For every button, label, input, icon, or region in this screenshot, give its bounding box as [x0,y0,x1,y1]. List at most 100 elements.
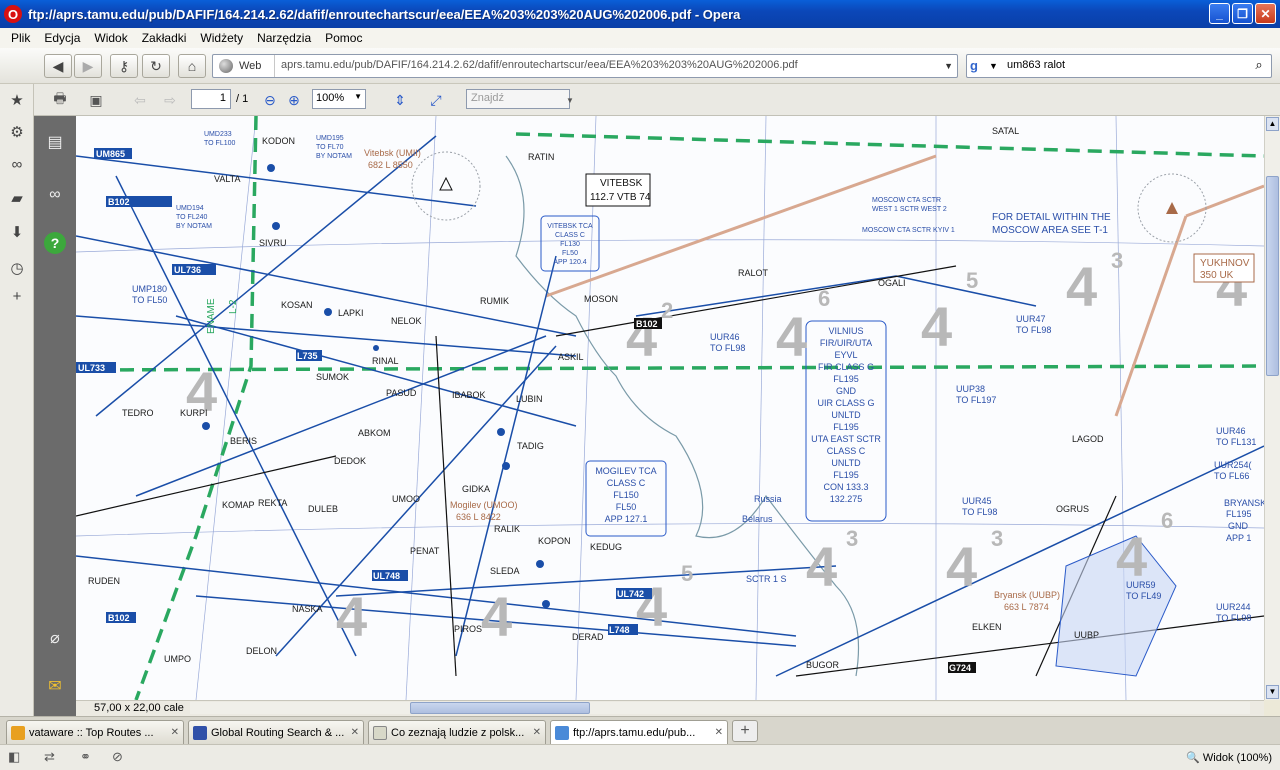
search-icon[interactable]: ⌕ [1249,57,1269,75]
help-icon[interactable]: ? [44,232,66,254]
svg-text:G724: G724 [949,663,971,673]
svg-text:UUR45: UUR45 [962,496,992,506]
scroll-up-icon[interactable]: ▲ [1266,117,1279,131]
page-number-input[interactable]: 1 [191,89,231,109]
svg-text:VITEBSK TCA: VITEBSK TCA [547,223,593,230]
new-tab-button[interactable]: + [732,720,758,742]
svg-text:L735: L735 [297,351,318,361]
menu-file[interactable]: Plik [4,31,37,45]
svg-text:6: 6 [1161,508,1173,533]
opera-logo-icon[interactable]: O [4,5,22,23]
zoom-in-icon[interactable]: ⊕ [286,89,302,111]
svg-text:FL130: FL130 [560,241,580,248]
search-field[interactable]: g ▼ um863 ralot ⌕ [966,54,1272,78]
fit-page-icon[interactable]: ⤢ [426,89,446,111]
forward-button[interactable]: ▶ [74,54,102,78]
horizontal-scroll-thumb[interactable] [410,702,590,714]
find-dropdown-icon[interactable]: ▼ [564,89,576,111]
svg-text:TO FL66: TO FL66 [1214,471,1249,481]
zoom-select[interactable]: 100% ▼ [312,89,366,109]
sync-icon[interactable]: ⊘ [112,749,123,765]
tab-bar: vataware :: Top Routes ... ✕ Global Rout… [0,716,1280,744]
address-mode[interactable]: Web [213,55,275,77]
close-tab-icon[interactable]: ✕ [533,727,541,738]
svg-text:FIR/UIR/UTA: FIR/UIR/UTA [820,338,872,348]
pages-icon[interactable]: ▤ [44,132,66,154]
home-button[interactable]: ⌂ [178,54,206,78]
close-tab-icon[interactable]: ✕ [715,727,723,738]
previous-page-icon[interactable]: ⇦ [130,89,150,111]
next-page-icon[interactable]: ⇨ [160,89,180,111]
address-bar[interactable]: Web aprs.tamu.edu/pub/DAFIF/164.214.2.62… [212,54,958,78]
links-panel-icon[interactable]: ∞ [8,156,26,174]
address-dropdown-icon[interactable]: ▼ [944,61,953,71]
find-input[interactable]: Znajdź [466,89,570,109]
svg-text:KURPI: KURPI [180,408,208,418]
attachment-icon[interactable]: ⌀ [44,628,66,650]
turbo-icon[interactable]: ⇄ [44,749,55,765]
google-icon[interactable]: g [970,58,986,74]
back-button[interactable]: ◀ [44,54,72,78]
address-url[interactable]: aprs.tamu.edu/pub/DAFIF/164.214.2.62/daf… [281,59,798,71]
svg-text:B102: B102 [636,319,658,329]
horizontal-scrollbar[interactable] [190,702,1250,714]
panel-toggle-icon[interactable]: ◧ [8,749,20,765]
tab-ftp-pdf[interactable]: ftp://aprs.tamu.edu/pub... ✕ [550,720,728,744]
scroll-down-icon[interactable]: ▼ [1266,685,1279,699]
close-tab-icon[interactable]: ✕ [171,727,179,738]
search-input[interactable]: um863 ralot [1007,59,1065,71]
zoom-status[interactable]: 🔍 Widok (100%) [1186,751,1272,764]
svg-text:UMOO: UMOO [392,494,420,504]
add-panel-icon[interactable]: + [8,288,26,306]
svg-text:MOGILEV TCA: MOGILEV TCA [595,466,656,476]
reload-button[interactable]: ↻ [142,54,170,78]
history-panel-icon[interactable]: ◷ [8,260,26,278]
search-engine-dropdown-icon[interactable]: ▼ [989,61,998,71]
close-button[interactable]: ✕ [1255,3,1276,24]
unite-icon[interactable]: ⚭ [80,749,91,765]
save-icon[interactable]: ▣ [84,89,108,111]
close-tab-icon[interactable]: ✕ [351,727,359,738]
svg-text:TEDRO: TEDRO [122,408,154,418]
print-icon[interactable]: 🖶 [48,89,72,111]
vertical-scrollbar[interactable]: ▲ ▼ [1264,116,1280,700]
wand-button[interactable]: ⚷ [110,54,138,78]
svg-text:UL736: UL736 [174,265,201,275]
maximize-button[interactable]: ❐ [1232,3,1253,24]
svg-text:FL50: FL50 [616,502,637,512]
tab-vataware[interactable]: vataware :: Top Routes ... ✕ [6,720,184,744]
svg-text:GND: GND [1228,521,1249,531]
menu-help[interactable]: Pomoc [318,31,369,45]
binoculars-icon[interactable]: ∞ [44,184,66,206]
svg-text:IBABOK: IBABOK [452,390,486,400]
fit-width-icon[interactable]: ⇕ [390,89,410,111]
tab-co-zeznaja[interactable]: Co zeznają ludzie z polsk... ✕ [368,720,546,744]
bookmarks-panel-icon[interactable]: ★ [8,92,26,110]
svg-text:DELON: DELON [246,646,277,656]
svg-text:BUGOR: BUGOR [806,660,840,670]
menu-widgets[interactable]: Widżety [193,31,250,45]
svg-text:Belarus: Belarus [742,514,773,524]
comments-icon[interactable]: ✉ [44,676,66,698]
svg-text:FL150: FL150 [613,490,639,500]
minimize-button[interactable]: _ [1209,3,1230,24]
svg-text:4: 4 [776,305,807,368]
downloads-panel-icon[interactable]: ⬇ [8,224,26,242]
svg-text:UUP38: UUP38 [956,384,985,394]
menu-tools[interactable]: Narzędzia [250,31,318,45]
svg-text:UUR59: UUR59 [1126,580,1156,590]
settings-panel-icon[interactable]: ⚙ [8,124,26,142]
vertical-scroll-thumb[interactable] [1266,176,1279,376]
menu-view[interactable]: Widok [87,31,134,45]
svg-text:APP 120.4: APP 120.4 [553,259,586,266]
svg-text:L748: L748 [609,625,630,635]
svg-text:Bryansk (UUBP): Bryansk (UUBP) [994,590,1060,600]
notes-panel-icon[interactable]: ▰ [8,190,26,208]
tab-global-routing[interactable]: Global Routing Search & ... ✕ [188,720,364,744]
menu-bookmarks[interactable]: Zakładki [135,31,194,45]
vataware-favicon-icon [11,725,25,740]
menu-edit[interactable]: Edycja [37,31,87,45]
zoom-out-icon[interactable]: ⊖ [262,89,278,111]
enroute-chart[interactable]: 4 4 2 4 6 4 5 4 3 4 4 4 4 5 4 3 4 3 4 6 … [76,116,1264,700]
page-favicon-icon [373,725,387,740]
